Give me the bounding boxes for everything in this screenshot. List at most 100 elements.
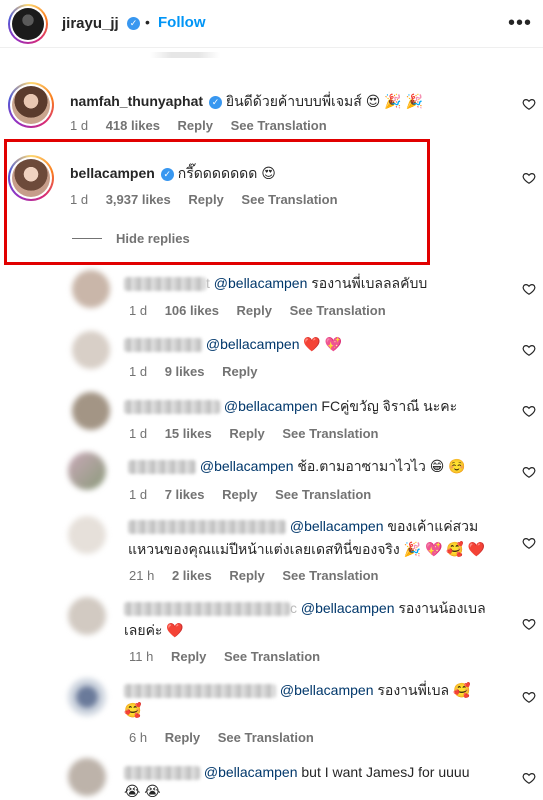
reply-text-line2: เลยค่ะ	[124, 622, 163, 638]
reply-button[interactable]: Reply	[171, 649, 206, 664]
reply-avatar[interactable]	[68, 452, 106, 490]
reply-button[interactable]: Reply	[165, 730, 200, 745]
see-translation-button[interactable]: See Translation	[282, 568, 378, 583]
reply-body: @bellacampen ของเค้าแค่สวม	[128, 516, 478, 537]
see-translation-button[interactable]: See Translation	[224, 649, 320, 664]
reply-avatar[interactable]	[68, 758, 106, 796]
redacted-username	[124, 400, 220, 415]
reply-button[interactable]: Reply	[237, 303, 272, 318]
verified-badge-icon: ✓	[127, 17, 140, 30]
mention-link[interactable]: @bellacampen	[214, 275, 308, 291]
reply-body-line2: เลยค่ะ ❤️	[124, 620, 184, 641]
reply-avatar[interactable]	[68, 678, 106, 716]
comment-body: namfah_thunyaphat ✓ ยินดีด้วยค้าบบบพี่เจม…	[70, 91, 423, 112]
comment-emoji: 😍	[261, 165, 276, 181]
see-translation-button[interactable]: See Translation	[290, 303, 386, 318]
post-header: jirayu_jj ✓ • Follow •••	[0, 0, 543, 48]
like-heart-icon[interactable]	[522, 690, 536, 704]
see-translation-button[interactable]: See Translation	[218, 730, 314, 745]
comment-likes[interactable]: 418 likes	[106, 118, 160, 133]
reply-likes[interactable]: 7 likes	[165, 487, 205, 502]
reply-emoji: 🎉 💖 🥰 ❤️	[403, 541, 486, 557]
redacted-username	[124, 684, 276, 699]
reply-likes[interactable]: 106 likes	[165, 303, 219, 318]
mention-link[interactable]: @bellacampen	[224, 398, 318, 414]
like-heart-icon[interactable]	[522, 465, 536, 479]
reply-emoji: 😁 ☺️	[429, 458, 466, 474]
reply-button[interactable]: Reply	[229, 568, 264, 583]
reply-time: 11 h	[129, 649, 154, 664]
reply-body-line2: แหวนของคุณแม่ปีหน้าแต่งเลยเดสทินี่ของจริ…	[128, 539, 485, 560]
mention-link[interactable]: @bellacampen	[204, 764, 298, 780]
reply-time: 1 d	[129, 303, 148, 318]
reply-button[interactable]: Reply	[229, 426, 264, 441]
reply-text: ช้อ.ตามอาซามาไวไว	[297, 458, 426, 474]
redacted-username	[124, 277, 206, 292]
see-translation-button[interactable]: See Translation	[241, 192, 337, 207]
see-translation-button[interactable]: See Translation	[282, 426, 378, 441]
hide-replies-button[interactable]: Hide replies	[72, 231, 190, 246]
username-fragment: t	[206, 275, 210, 291]
comment-username[interactable]: namfah_thunyaphat	[70, 93, 203, 109]
redacted-username	[128, 460, 196, 475]
reply-body: @bellacampen but I want JamesJ for uuuu	[124, 762, 469, 783]
reply-text: FCคู่ขวัญ จิราณี นะคะ	[321, 398, 458, 414]
like-heart-icon[interactable]	[522, 617, 536, 631]
reply-button[interactable]: Reply	[222, 487, 257, 502]
like-heart-icon[interactable]	[522, 404, 536, 418]
follow-button[interactable]: Follow	[158, 14, 206, 31]
mention-link[interactable]: @bellacampen	[280, 682, 374, 698]
reply-button[interactable]: Reply	[178, 118, 213, 133]
reply-emoji: ❤️ 💖	[303, 336, 343, 352]
redacted-username	[128, 520, 286, 535]
reply-avatar[interactable]	[68, 516, 106, 554]
reply-likes[interactable]: 2 likes	[172, 568, 212, 583]
like-heart-icon[interactable]	[522, 171, 536, 185]
comment-text: กรี๊ดดดดดดด	[177, 165, 258, 181]
like-heart-icon[interactable]	[522, 343, 536, 357]
reply-time: 1 d	[129, 487, 148, 502]
reply-meta: 1 d 15 likes Reply See Translation	[129, 426, 392, 441]
comment-likes[interactable]: 3,937 likes	[106, 192, 171, 207]
like-heart-icon[interactable]	[522, 771, 536, 785]
redacted-username	[124, 338, 202, 353]
mention-link[interactable]: @bellacampen	[206, 336, 300, 352]
reply-text: รองานพี่เบล	[377, 682, 450, 698]
like-heart-icon[interactable]	[522, 282, 536, 296]
reply-meta: 1 d 9 likes Reply	[129, 364, 272, 379]
reply-avatar[interactable]	[72, 331, 110, 369]
mention-link[interactable]: @bellacampen	[301, 600, 395, 616]
commenter-avatar[interactable]	[8, 82, 54, 128]
commenter-avatar[interactable]	[8, 155, 54, 201]
reply-avatar[interactable]	[68, 597, 106, 635]
see-translation-button[interactable]: See Translation	[275, 487, 371, 502]
reply-avatar[interactable]	[72, 392, 110, 430]
hide-replies-label: Hide replies	[116, 231, 190, 246]
divider	[72, 238, 102, 239]
mention-link[interactable]: @bellacampen	[200, 458, 294, 474]
comment-time: 1 d	[70, 118, 89, 133]
like-heart-icon[interactable]	[522, 536, 536, 550]
comment-time: 1 d	[70, 192, 89, 207]
reply-meta: 6 h Reply See Translation	[129, 730, 328, 745]
reply-body-line2: 😭 😭	[124, 781, 161, 800]
reply-button[interactable]: Reply	[222, 364, 257, 379]
reply-emoji-line2: 😭 😭	[124, 783, 161, 799]
reply-body: @bellacampen ❤️ 💖	[124, 334, 342, 355]
verified-badge-icon: ✓	[160, 167, 174, 181]
comment-username[interactable]: bellacampen	[70, 165, 155, 181]
reply-likes[interactable]: 9 likes	[165, 364, 205, 379]
author-username[interactable]: jirayu_jj	[62, 15, 119, 32]
comment-text: ยินดีด้วยค้าบบบพี่เจมส์	[225, 93, 362, 109]
more-options-icon[interactable]: •••	[508, 12, 532, 35]
reply-time: 1 d	[129, 364, 148, 379]
reply-likes[interactable]: 15 likes	[165, 426, 212, 441]
mention-link[interactable]: @bellacampen	[290, 518, 384, 534]
author-avatar[interactable]	[8, 4, 48, 44]
like-heart-icon[interactable]	[522, 97, 536, 111]
cropped-text-fragment	[150, 52, 220, 58]
reply-body: c @bellacampen รองานน้องเบล	[124, 598, 486, 619]
see-translation-button[interactable]: See Translation	[231, 118, 327, 133]
reply-button[interactable]: Reply	[188, 192, 223, 207]
reply-avatar[interactable]	[72, 270, 110, 308]
